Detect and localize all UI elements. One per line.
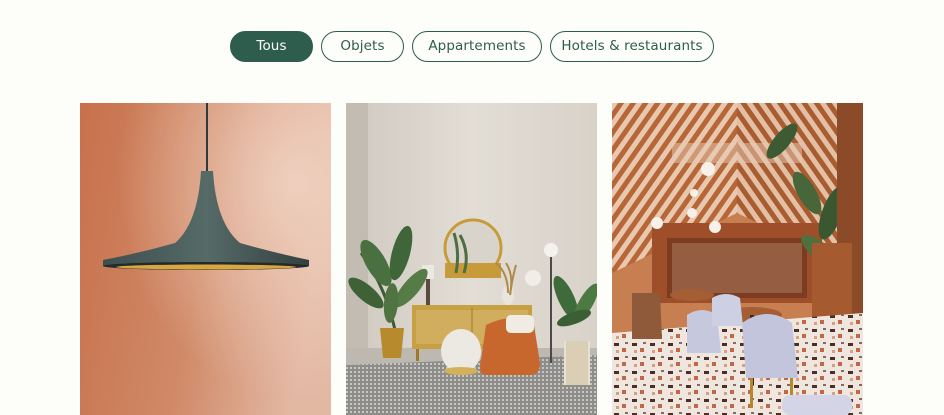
gallery-item-living-room[interactable] — [346, 103, 597, 415]
living-room-image — [346, 103, 597, 415]
page: Tous Objets Appartements Hotels & restau… — [0, 0, 944, 415]
pendant-lamp-image — [80, 103, 331, 415]
gallery-item-lamp[interactable] — [80, 103, 331, 415]
filter-tous-button[interactable]: Tous — [230, 31, 313, 62]
restaurant-image — [612, 103, 863, 415]
filter-objets-button[interactable]: Objets — [321, 31, 404, 62]
filter-hotels-restaurants-button[interactable]: Hotels & restaurants — [550, 31, 714, 62]
gallery-item-restaurant[interactable] — [612, 103, 863, 415]
project-gallery — [80, 103, 864, 415]
filter-appartements-button[interactable]: Appartements — [412, 31, 542, 62]
category-filters: Tous Objets Appartements Hotels & restau… — [0, 31, 944, 62]
